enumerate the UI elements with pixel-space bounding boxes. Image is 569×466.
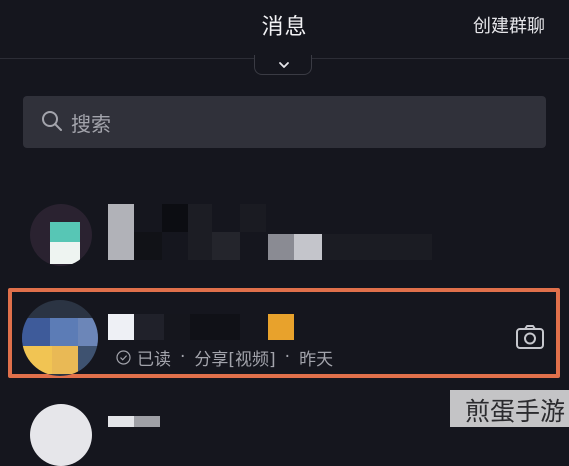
chevron-down-icon <box>279 62 289 68</box>
conversation-row-highlighted[interactable]: 已读 · 分享[视频] · 昨天 <box>0 292 569 378</box>
message-preview: 分享[视频] <box>194 349 276 370</box>
separator: · <box>284 347 291 367</box>
camera-icon[interactable] <box>515 324 545 350</box>
create-group-button[interactable]: 创建群聊 <box>473 12 545 38</box>
message-time: 昨天 <box>299 349 334 370</box>
search-input[interactable]: 搜索 <box>23 96 546 148</box>
separator: · <box>180 347 186 367</box>
name-redacted <box>108 314 134 340</box>
search-icon <box>42 111 62 131</box>
avatar <box>30 204 92 266</box>
name-redacted <box>108 416 134 427</box>
name-redacted <box>108 204 134 260</box>
avatar <box>30 404 92 466</box>
watermark: 煎蛋手游 <box>464 397 565 426</box>
read-check-icon <box>116 349 131 365</box>
conversation-row[interactable] <box>0 182 569 282</box>
header-bar: 消息 创建群聊 <box>0 0 569 58</box>
avatar <box>22 300 98 376</box>
preview-redacted <box>134 232 162 260</box>
collapse-handle[interactable] <box>254 55 312 75</box>
message-meta: 已读 · 分享[视频] · 昨天 <box>116 344 333 370</box>
search-placeholder: 搜索 <box>71 112 111 136</box>
read-status: 已读 <box>137 349 171 370</box>
